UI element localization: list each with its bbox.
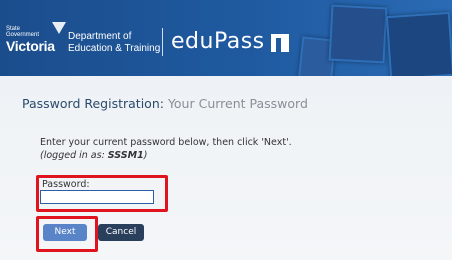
- main-content: Password Registration: Your Current Pass…: [0, 76, 452, 260]
- password-label: Password:: [42, 179, 90, 190]
- instruction-text: Enter your current password below, then …: [40, 137, 292, 148]
- decorative-tile: [385, 11, 452, 76]
- edupass-logo-icon: [271, 34, 289, 52]
- header-banner: State Government Victoria Department of …: [0, 0, 452, 76]
- department-line-2: Education & Training: [68, 43, 161, 54]
- instructions: Enter your current password below, then …: [40, 136, 292, 162]
- edupass-product-name: eduPass: [171, 29, 265, 54]
- logged-suffix: ): [143, 150, 148, 161]
- victoria-government-logo: State Government Victoria: [6, 26, 55, 54]
- logo-victoria-text: Victoria: [6, 38, 55, 54]
- page-title-sub: Your Current Password: [167, 96, 308, 111]
- victoria-triangle-icon: [52, 22, 66, 34]
- decorative-tile: [328, 4, 388, 64]
- logged-in-as: (logged in as: SSSM1): [40, 149, 292, 162]
- page-title-main: Password Registration:: [22, 96, 164, 111]
- password-input[interactable]: [40, 190, 154, 204]
- department-line-1: Department of: [68, 31, 132, 42]
- department-name: Department of Education & Training: [68, 31, 160, 55]
- logged-prefix: (logged in as:: [40, 150, 108, 161]
- page-title: Password Registration: Your Current Pass…: [22, 96, 308, 111]
- logged-username: SSSM1: [107, 150, 144, 161]
- header-divider: [162, 28, 163, 56]
- logo-state-text: State Government: [6, 26, 40, 38]
- next-button[interactable]: Next: [43, 224, 87, 241]
- cancel-button[interactable]: Cancel: [98, 224, 144, 241]
